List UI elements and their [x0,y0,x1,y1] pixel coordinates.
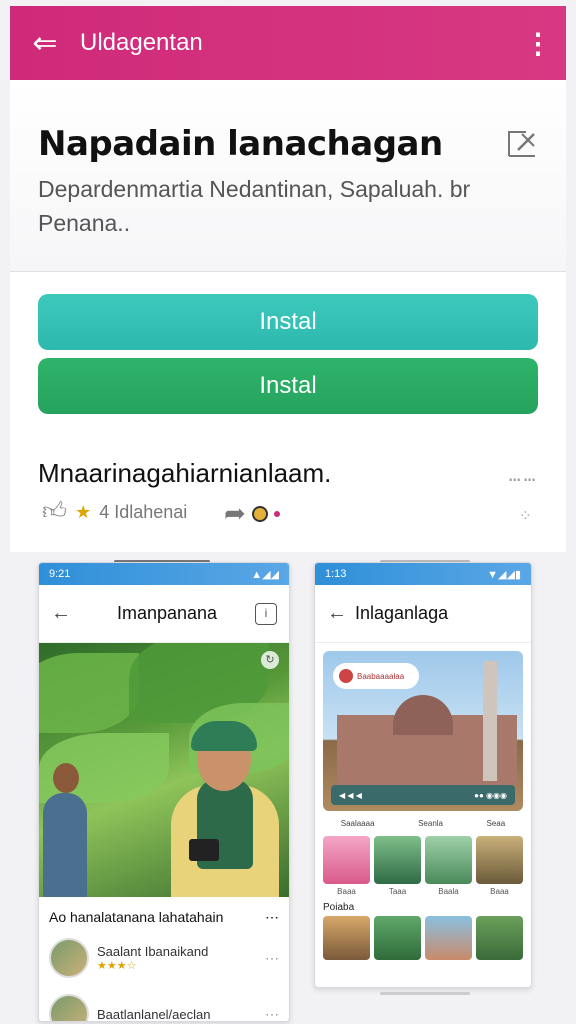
back-arrow-icon[interactable]: ← [327,602,355,625]
list-item[interactable]: Baatlanlanel/aeclan ⋯ [39,986,289,1022]
thumbnail[interactable] [323,916,370,960]
tab[interactable]: Seaa [487,819,506,828]
user-mini-avatar [251,505,268,522]
hero-section: Napadain lanachagan Depardenmartia Nedan… [10,80,566,272]
item-name: Saalant Ibanaikand [97,944,209,959]
app-bar: ⇐ Uldagentan ⋮ [10,6,566,80]
bar-left: ◀ ◀ ◀ [339,790,362,800]
avatar [49,994,89,1021]
back-arrow-icon[interactable]: ← [51,602,79,625]
status-bar: 1:13 ▼◢◢▮ [315,563,531,585]
section-title: Mnaarinagahiarnianlaam. [38,458,332,488]
more-vert-icon: ⋮ [524,27,552,59]
item-name: Baatlanlanel/aeclan [97,1006,211,1022]
bar-right: ●● ◉◉◉ [474,790,507,800]
more-icon[interactable]: ⋯ [265,950,279,967]
feed-title: Ao hanalatanana lahatahain ⋯ [39,897,289,930]
thumbnail[interactable] [374,916,421,960]
status-bar: 9:21 ▲◢◢ [39,563,289,585]
tab[interactable]: Seanla [418,819,443,828]
mini-tabs: Saalaaaa Seanla Seaa [315,811,531,836]
phone-title: Inlaganlaga [355,603,449,623]
page-title: Napadain lanachagan [38,124,443,164]
grid-cell[interactable]: Baala [425,836,472,896]
actions-panel: Instal Instal Mnaarinagahiarnianlaam. ⵈⵈ… [10,272,566,552]
profile-chip[interactable]: Baabaaaalaa [333,663,419,689]
landmark-photo: Baabaaaalaa ◀ ◀ ◀ ●● ◉◉◉ [323,651,523,811]
thumb-row [315,916,531,960]
tab[interactable]: Saalaaaa [341,819,375,828]
feed-heading: Ao hanalatanana lahatahain [49,909,224,925]
avatar [49,938,89,978]
signal-icons: ▼◢◢▮ [487,568,521,581]
section-heading: Poiaba [323,902,355,913]
drag-handle-icon[interactable]: ⁘ [519,506,532,526]
install-primary-button[interactable]: Instal [38,294,538,350]
screenshot-left[interactable]: 9:21 ▲◢◢ ← Imanpanana i ↻ Ao hanalatanan… [38,562,290,1022]
grid-cell[interactable]: Taaa [374,836,421,896]
chip-label: Baabaaaalaa [357,671,405,681]
status-time: 1:13 [325,568,347,580]
home-indicator [380,992,470,995]
hero-photo: ↻ [39,643,289,897]
screenshot-right[interactable]: 1:13 ▼◢◢▮ ← Inlaganlaga Baabaaaalaa ◀ ◀ … [314,562,532,988]
list-item[interactable]: Saalant Ibanaikand ★★★☆ ⋯ [39,930,289,986]
more-icon[interactable]: ⋯ [265,1006,279,1022]
phone-icon [189,839,219,861]
signal-icons: ▲◢◢ [251,568,279,581]
star-rating: ★★★☆ [97,960,137,972]
grid-cell[interactable]: Baaa [476,836,523,896]
phone-title: Imanpanana [116,603,218,623]
section-options[interactable]: ⵈⵈ [508,468,538,493]
app-bar-title: Uldagentan [80,29,203,56]
info-icon[interactable]: i [255,602,277,625]
page-subtitle: Depardenmartia Nedantinan, Sapaluah. br … [38,176,471,236]
rotate-icon[interactable]: ↻ [261,651,279,669]
share-group[interactable]: ➦ [224,498,280,529]
feed-more-icon[interactable]: ⋯ [265,909,279,926]
star-icon: ★ [75,501,92,522]
thumbnail[interactable] [476,916,523,960]
back-button[interactable]: ⇐ [10,6,80,80]
share-arrow-icon: ➦ [224,498,246,528]
edit-icon[interactable] [504,126,540,162]
thumbnail[interactable] [425,916,472,960]
install-secondary-button[interactable]: Instal [38,358,538,414]
like-count: 4 Idlahenai [99,501,188,522]
grid-cell[interactable]: Baaa [323,836,370,896]
like-meta[interactable]: 👍︎ ★ 4 Idlahenai [42,498,187,526]
avatar [339,669,353,683]
phone-header: ← Inlaganlaga [315,585,531,643]
more-menu-button[interactable]: ⋮ [510,6,566,80]
notification-dot [273,510,280,517]
bystander-figure [43,763,87,897]
leaf-shape [39,653,139,733]
arrow-left-icon: ⇐ [32,26,58,60]
person-figure [167,721,279,897]
media-bar[interactable]: ◀ ◀ ◀ ●● ◉◉◉ [331,785,515,805]
thumbs-up-icon: 👍︎ [42,498,68,525]
phone-header: ← Imanpanana i [39,585,289,643]
status-time: 9:21 [49,568,71,580]
photo-grid: Baaa Taaa Baala Baaa [315,836,531,896]
